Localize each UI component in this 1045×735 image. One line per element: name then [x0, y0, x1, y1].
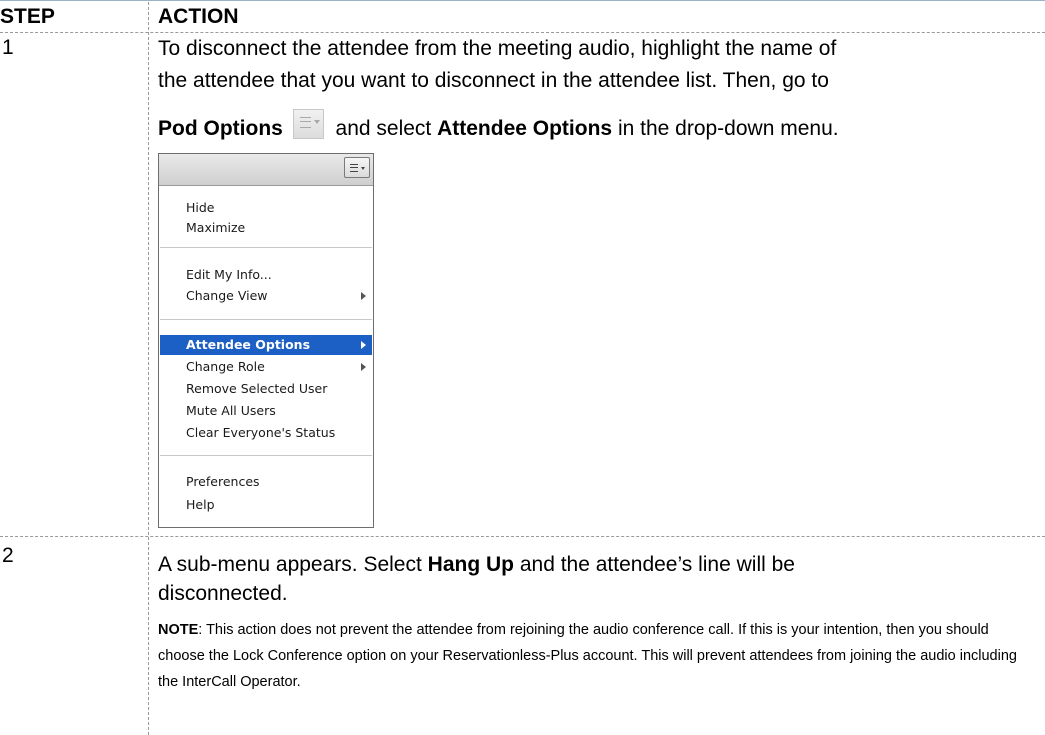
column-divider: [148, 2, 149, 735]
menu-item-clear-everyones-status[interactable]: Clear Everyone's Status: [160, 423, 372, 443]
step-row-rule: [0, 536, 1045, 537]
table-top-rule: [0, 0, 1045, 1]
step-1-end-text: in the drop-down menu.: [612, 117, 839, 140]
menu-item-label: Attendee Options: [186, 337, 311, 352]
attendee-options-label: Attendee Options: [437, 117, 613, 140]
hang-up-label: Hang Up: [427, 553, 514, 576]
chevron-right-icon: [361, 363, 366, 371]
step-1-mid-text: and select: [335, 117, 438, 140]
menu-item-help[interactable]: Help: [160, 495, 372, 515]
pod-options-button[interactable]: [344, 157, 370, 178]
pod-options-menu: Hide Maximize Edit My Info... Change Vie…: [158, 153, 374, 528]
menu-item-label: Change View: [186, 288, 268, 303]
step-1-line-1: To disconnect the attendee from the meet…: [158, 37, 837, 60]
step-1-instructions: To disconnect the attendee from the meet…: [158, 33, 1038, 145]
menu-item-edit-my-info[interactable]: Edit My Info...: [160, 265, 372, 285]
pod-titlebar: [159, 154, 373, 186]
menu-lines-icon: [350, 164, 358, 172]
chevron-right-icon: [361, 341, 366, 349]
menu-item-preferences[interactable]: Preferences: [160, 472, 372, 492]
header-step: STEP: [0, 5, 55, 28]
menu-item-label: Change Role: [186, 359, 265, 374]
menu-item-hide[interactable]: Hide: [160, 198, 372, 218]
menu-separator: [160, 319, 372, 320]
menu-separator: [160, 247, 372, 248]
pod-options-label: Pod Options: [158, 117, 283, 140]
menu-item-change-role[interactable]: Change Role: [160, 357, 372, 377]
menu-item-maximize[interactable]: Maximize: [160, 218, 372, 238]
menu-item-attendee-options[interactable]: Attendee Options: [160, 335, 372, 355]
menu-item-remove-selected-user[interactable]: Remove Selected User: [160, 379, 372, 399]
step-number-1: 1: [2, 36, 14, 59]
menu-item-change-view[interactable]: Change View: [160, 286, 372, 306]
note-label: NOTE: [158, 622, 199, 638]
chevron-right-icon: [361, 292, 366, 300]
step-1-line-2: the attendee that you want to disconnect…: [158, 69, 829, 92]
step-number-2: 2: [2, 544, 14, 567]
note-text: : This action does not prevent the atten…: [158, 622, 1017, 690]
step-2-note: NOTE: This action does not prevent the a…: [158, 617, 1038, 695]
menu-lines-icon: [292, 109, 324, 139]
chevron-down-icon: [361, 167, 365, 170]
menu-separator: [160, 455, 372, 456]
step-2-text-before: A sub-menu appears. Select: [158, 553, 428, 576]
header-action: ACTION: [158, 5, 239, 28]
step-2-instructions: A sub-menu appears. Select Hang Up and t…: [158, 550, 858, 608]
menu-item-mute-all-users[interactable]: Mute All Users: [160, 401, 372, 421]
step-1-line-3: Pod Options and select Attendee Options …: [158, 109, 1038, 145]
